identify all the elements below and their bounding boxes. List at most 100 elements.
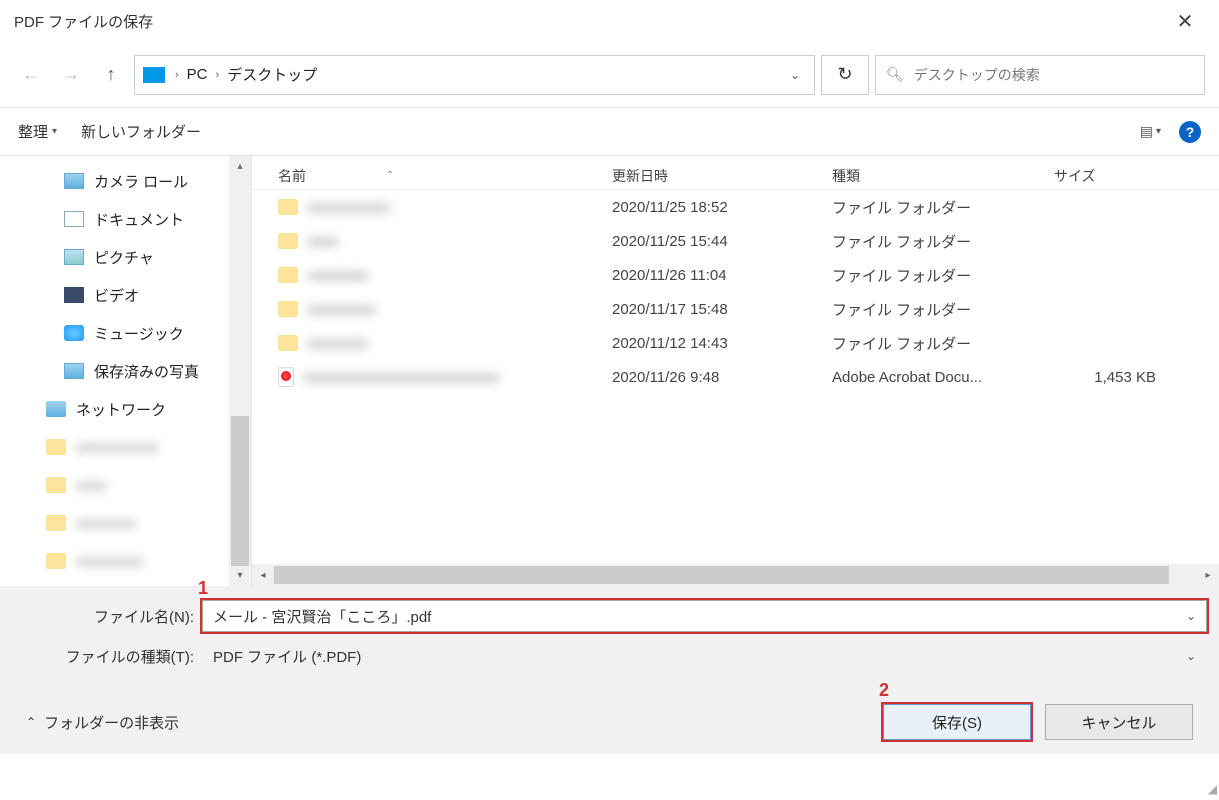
navigation-row: ← → ↑ › PC › デスクトップ ⌄ ↻ 🔍︎ デスクトップの検索 xyxy=(0,42,1219,108)
file-date: 2020/11/26 9:48 xyxy=(612,369,832,386)
file-date: 2020/11/26 11:04 xyxy=(612,267,832,284)
file-size: 1,453 KB xyxy=(1054,369,1174,386)
sidebar-item-music[interactable]: ミュージック xyxy=(0,314,230,352)
folder-icon xyxy=(278,233,298,249)
hide-folders-toggle[interactable]: ⌃ フォルダーの非表示 xyxy=(26,712,179,733)
file-list-pane: 名前⌃ 更新日時 種類 サイズ xxxxxxxxxxx 2020/11/25 18… xyxy=(252,156,1219,586)
sidebar-item-videos[interactable]: ビデオ xyxy=(0,276,230,314)
file-row[interactable]: xxxxxxxxx2020/11/17 15:48ファイル フォルダー xyxy=(252,292,1219,326)
folder-icon xyxy=(278,267,298,283)
sidebar-item-saved-photos[interactable]: 保存済みの写真 xyxy=(0,352,230,390)
save-button[interactable]: 保存(S) xyxy=(883,704,1031,740)
column-headers: 名前⌃ 更新日時 種類 サイズ xyxy=(252,156,1219,190)
file-row[interactable]: xxxx 2020/11/25 15:44ファイル フォルダー xyxy=(252,224,1219,258)
scroll-up-icon[interactable]: ▴ xyxy=(229,156,251,176)
chevron-down-icon[interactable]: ⌄ xyxy=(1186,609,1196,623)
scroll-left-icon[interactable]: ◂ xyxy=(252,570,274,581)
navigation-tree: カメラ ロール ドキュメント ピクチャ ビデオ ミュージック 保存済みの写真 ネ… xyxy=(0,156,252,586)
chevron-right-icon: › xyxy=(216,69,220,81)
column-type[interactable]: 種類 xyxy=(832,166,1054,186)
filetype-label: ファイルの種類(T): xyxy=(12,646,202,667)
cancel-button[interactable]: キャンセル xyxy=(1045,704,1193,740)
search-input[interactable]: 🔍︎ デスクトップの検索 xyxy=(875,55,1205,95)
folder-icon xyxy=(46,515,66,531)
screen-icon xyxy=(64,173,84,189)
filename-input[interactable]: メール - 宮沢賢治「こころ」.pdf ⌄ xyxy=(202,600,1207,632)
document-icon xyxy=(64,211,84,227)
up-button[interactable]: ↑ xyxy=(94,58,128,92)
resize-grip-icon[interactable]: ◢ xyxy=(1208,782,1215,796)
refresh-button[interactable]: ↻ xyxy=(821,55,869,95)
file-type: ファイル フォルダー xyxy=(832,197,1054,218)
scrollbar-thumb[interactable] xyxy=(231,416,249,565)
search-placeholder: デスクトップの検索 xyxy=(914,65,1040,85)
file-date: 2020/11/25 18:52 xyxy=(612,199,832,216)
file-date: 2020/11/12 14:43 xyxy=(612,335,832,352)
file-date: 2020/11/25 15:44 xyxy=(612,233,832,250)
file-type: ファイル フォルダー xyxy=(832,333,1054,354)
chevron-down-icon: ▾ xyxy=(52,126,57,137)
filetype-select[interactable]: PDF ファイル (*.PDF) ⌄ xyxy=(202,640,1207,672)
sidebar-item-folder[interactable]: xxxxxxxx xyxy=(0,504,230,542)
folder-icon xyxy=(46,439,66,455)
toolbar: 整理 ▾ 新しいフォルダー ▤ ▾ ? xyxy=(0,108,1219,156)
folder-icon xyxy=(278,301,298,317)
file-row[interactable]: xxxxxxxx2020/11/12 14:43ファイル フォルダー xyxy=(252,326,1219,360)
new-folder-button[interactable]: 新しいフォルダー xyxy=(81,121,201,142)
sidebar-item-network[interactable]: ネットワーク xyxy=(0,390,230,428)
chevron-down-icon[interactable]: ⌄ xyxy=(1186,649,1196,663)
file-name: xxxx xyxy=(308,233,338,250)
scrollbar-thumb[interactable] xyxy=(274,566,1169,584)
column-date[interactable]: 更新日時 xyxy=(612,166,832,186)
file-type: ファイル フォルダー xyxy=(832,299,1054,320)
annotation-2: 2 xyxy=(879,680,889,701)
file-type: ファイル フォルダー xyxy=(832,231,1054,252)
sidebar-item-documents[interactable]: ドキュメント xyxy=(0,200,230,238)
folder-icon xyxy=(278,335,298,351)
file-name: xxxxxxxxx xyxy=(308,301,376,318)
chevron-right-icon: › xyxy=(175,69,179,81)
breadcrumb-pc[interactable]: PC xyxy=(187,66,208,83)
chevron-up-icon: ⌃ xyxy=(26,715,36,729)
back-button[interactable]: ← xyxy=(14,58,48,92)
close-icon[interactable]: ✕ xyxy=(1165,9,1205,34)
sidebar-item-folder[interactable]: xxxx xyxy=(0,466,230,504)
sort-asc-icon: ⌃ xyxy=(386,170,394,181)
pc-icon xyxy=(143,67,165,83)
chevron-down-icon: ▾ xyxy=(1156,126,1161,137)
video-icon xyxy=(64,287,84,303)
scroll-down-icon[interactable]: ▾ xyxy=(229,566,251,586)
folder-icon xyxy=(46,553,66,569)
file-name: xxxxxxxxxxx xyxy=(308,199,391,216)
breadcrumb-desktop[interactable]: デスクトップ xyxy=(227,64,317,85)
column-name[interactable]: 名前⌃ xyxy=(252,166,612,186)
horizontal-scrollbar[interactable]: ◂ ▸ xyxy=(252,564,1219,586)
title-bar: PDF ファイルの保存 ✕ xyxy=(0,0,1219,42)
window-title: PDF ファイルの保存 xyxy=(14,11,153,32)
address-bar[interactable]: › PC › デスクトップ ⌄ xyxy=(134,55,815,95)
chevron-down-icon[interactable]: ⌄ xyxy=(784,68,806,82)
forward-button[interactable]: → xyxy=(54,58,88,92)
help-button[interactable]: ? xyxy=(1179,121,1201,143)
sidebar-scrollbar[interactable]: ▴ ▾ xyxy=(229,156,251,586)
sidebar-item-folder[interactable]: xxxxxxxxxxx xyxy=(0,428,230,466)
file-name: xxxxxxxx xyxy=(308,267,368,284)
file-row[interactable]: xxxxxxxxxxx 2020/11/25 18:52ファイル フォルダー xyxy=(252,190,1219,224)
annotation-1: 1 xyxy=(198,578,208,599)
file-row[interactable]: xxxxxxxxxxxxxxxxxxxxxxxxxx2020/11/26 9:4… xyxy=(252,360,1219,394)
file-type: Adobe Acrobat Docu... xyxy=(832,369,1054,386)
organize-menu[interactable]: 整理 ▾ xyxy=(18,121,57,142)
file-type: ファイル フォルダー xyxy=(832,265,1054,286)
bottom-panel: 1 ファイル名(N): メール - 宮沢賢治「こころ」.pdf ⌄ ファイルの種… xyxy=(0,586,1219,754)
picture-icon xyxy=(64,249,84,265)
search-icon: 🔍︎ xyxy=(886,66,904,83)
scroll-right-icon[interactable]: ▸ xyxy=(1197,570,1219,581)
sidebar-item-camera-roll[interactable]: カメラ ロール xyxy=(0,162,230,200)
file-row[interactable]: xxxxxxxx 2020/11/26 11:04ファイル フォルダー xyxy=(252,258,1219,292)
sidebar-item-pictures[interactable]: ピクチャ xyxy=(0,238,230,276)
sidebar-item-folder[interactable]: xxxxxxxxx xyxy=(0,542,230,580)
list-view-icon: ▤ xyxy=(1140,123,1152,140)
column-size[interactable]: サイズ xyxy=(1054,166,1174,186)
view-mode-button[interactable]: ▤ ▾ xyxy=(1140,123,1161,140)
pdf-icon xyxy=(278,367,294,387)
